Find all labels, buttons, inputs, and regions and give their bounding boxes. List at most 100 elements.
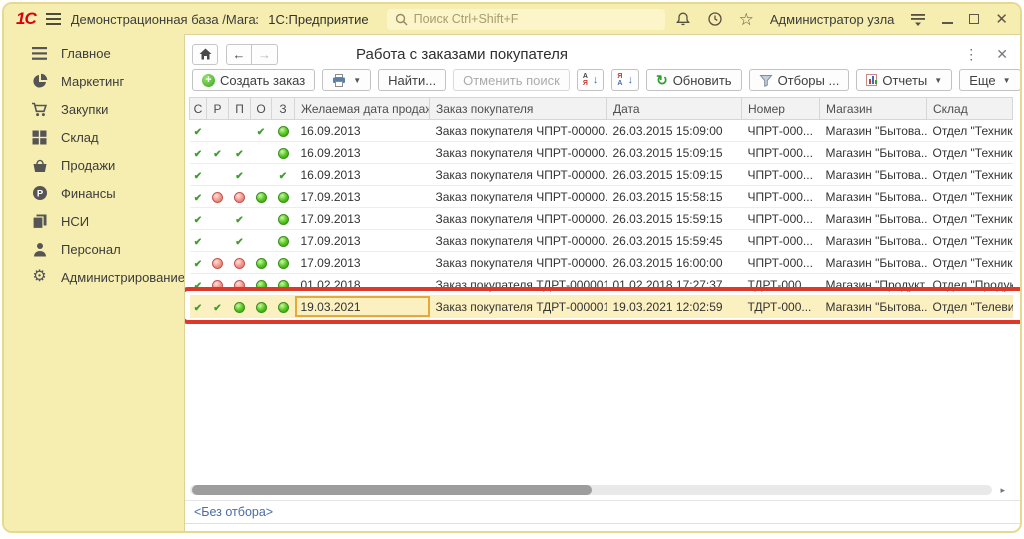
table-cell[interactable]: 16.09.2013 — [295, 142, 430, 164]
table-cell[interactable]: 17.09.2013 — [295, 252, 430, 274]
sidebar-item-finance[interactable]: РФинансы — [4, 179, 184, 207]
table-cell[interactable]: ЧПРТ-000... — [742, 252, 820, 274]
create-order-button[interactable]: + Создать заказ — [192, 69, 315, 91]
table-cell[interactable]: Магазин "Продукт... — [820, 274, 927, 296]
home-button[interactable] — [192, 44, 218, 65]
status-cell[interactable] — [251, 164, 272, 186]
status-cell[interactable] — [272, 252, 295, 274]
table-cell[interactable]: Заказ покупателя ЧПРТ-00000... — [430, 142, 607, 164]
table-cell[interactable]: Отдел "Продукты — [927, 274, 1013, 296]
table-cell[interactable]: 26.03.2015 15:58:15 — [607, 186, 742, 208]
column-header[interactable]: О — [251, 98, 272, 120]
horizontal-scrollbar[interactable] — [190, 485, 992, 495]
table-cell[interactable]: Заказ покупателя ЧПРТ-00000... — [430, 252, 607, 274]
status-cell[interactable] — [207, 208, 229, 230]
sidebar-item-main[interactable]: Главное — [4, 39, 184, 67]
table-cell[interactable]: Магазин "Бытова... — [820, 186, 927, 208]
table-cell[interactable]: 26.03.2015 15:09:00 — [607, 120, 742, 142]
table-cell[interactable]: ЧПРТ-000... — [742, 164, 820, 186]
status-cell[interactable] — [229, 252, 251, 274]
sidebar-item-purchases[interactable]: Закупки — [4, 95, 184, 123]
find-button[interactable]: Найти... — [378, 69, 446, 91]
global-search-input[interactable]: Поиск Ctrl+Shift+F — [387, 9, 665, 30]
status-cell[interactable]: ✔ — [190, 164, 207, 186]
status-cell[interactable] — [207, 252, 229, 274]
forward-button[interactable]: → — [252, 44, 278, 65]
table-cell[interactable]: ТДРТ-000... — [742, 274, 820, 296]
status-cell[interactable] — [272, 208, 295, 230]
table-cell[interactable]: Заказ покупателя ТДРТ-000001... — [430, 296, 607, 318]
table-cell[interactable]: Магазин "Бытова... — [820, 230, 927, 252]
table-cell[interactable]: ЧПРТ-000... — [742, 186, 820, 208]
table-cell[interactable]: Отдел "Техника д — [927, 164, 1013, 186]
cancel-search-button[interactable]: Отменить поиск — [453, 69, 570, 91]
table-cell[interactable]: 26.03.2015 15:09:15 — [607, 142, 742, 164]
history-clock-icon[interactable] — [707, 11, 723, 27]
sidebar-item-marketing[interactable]: Маркетинг — [4, 67, 184, 95]
sort-ascending-button[interactable]: АЯ ↓ — [577, 69, 605, 91]
table-cell[interactable]: Отдел "Телевизо — [927, 296, 1013, 318]
table-cell[interactable]: Отдел "Техника д — [927, 120, 1013, 142]
table-row[interactable]: ✔✔17.09.2013Заказ покупателя ЧПРТ-00000.… — [190, 230, 1013, 252]
sidebar-item-sales[interactable]: Продажи — [4, 151, 184, 179]
status-cell[interactable] — [207, 120, 229, 142]
column-header[interactable]: Магазин — [820, 98, 927, 120]
column-header[interactable]: С — [190, 98, 207, 120]
status-cell[interactable]: ✔ — [229, 142, 251, 164]
table-cell[interactable]: Магазин "Бытова... — [820, 120, 927, 142]
status-cell[interactable] — [272, 274, 295, 296]
table-cell[interactable]: Магазин "Бытова... — [820, 142, 927, 164]
table-row[interactable]: ✔✔16.09.2013Заказ покупателя ЧПРТ-00000.… — [190, 120, 1013, 142]
table-cell[interactable]: Заказ покупателя ЧПРТ-00000... — [430, 230, 607, 252]
status-cell[interactable] — [272, 142, 295, 164]
sidebar-item-warehouse[interactable]: Склад — [4, 123, 184, 151]
service-menu-icon[interactable] — [910, 11, 926, 27]
table-cell[interactable]: ЧПРТ-000... — [742, 230, 820, 252]
sort-descending-button[interactable]: ЯА ↓ — [611, 69, 639, 91]
status-cell[interactable] — [207, 230, 229, 252]
table-cell[interactable]: Магазин "Бытова... — [820, 164, 927, 186]
status-cell[interactable] — [251, 296, 272, 318]
status-cell[interactable]: ✔ — [229, 230, 251, 252]
table-row[interactable]: ✔01.02.2018Заказ покупателя ТДРТ-000001.… — [190, 274, 1013, 296]
notifications-bell-icon[interactable] — [675, 11, 691, 27]
status-cell[interactable] — [229, 120, 251, 142]
table-cell[interactable]: Заказ покупателя ЧПРТ-00000... — [430, 208, 607, 230]
column-header[interactable]: Желаемая дата продажи — [295, 98, 430, 120]
table-cell[interactable]: Заказ покупателя ЧПРТ-00000... — [430, 120, 607, 142]
table-cell[interactable]: 26.03.2015 16:00:00 — [607, 252, 742, 274]
table-row[interactable]: ✔17.09.2013Заказ покупателя ЧПРТ-00000..… — [190, 252, 1013, 274]
status-cell[interactable] — [251, 252, 272, 274]
table-cell[interactable]: ТДРТ-000... — [742, 296, 820, 318]
column-header[interactable]: Заказ покупателя — [430, 98, 607, 120]
form-close-icon[interactable]: ✕ — [996, 47, 1008, 61]
table-cell[interactable]: Заказ покупателя ЧПРТ-00000... — [430, 164, 607, 186]
status-cell[interactable]: ✔ — [229, 164, 251, 186]
status-cell[interactable] — [229, 274, 251, 296]
table-cell[interactable]: 26.03.2015 15:59:45 — [607, 230, 742, 252]
column-header[interactable]: П — [229, 98, 251, 120]
table-cell[interactable]: Отдел "Техника д — [927, 142, 1013, 164]
status-cell[interactable] — [229, 296, 251, 318]
refresh-button[interactable]: ↻ Обновить — [646, 69, 742, 91]
table-cell[interactable]: Магазин "Бытова... — [820, 252, 927, 274]
table-cell[interactable]: 17.09.2013 — [295, 230, 430, 252]
scroll-right-arrow-icon[interactable]: ▸ — [1000, 485, 1005, 495]
table-cell[interactable]: ЧПРТ-000... — [742, 142, 820, 164]
table-cell[interactable]: Отдел "Техника д — [927, 230, 1013, 252]
table-cell[interactable]: 01.02.2018 — [295, 274, 430, 296]
more-button[interactable]: Еще ▼ — [959, 69, 1020, 91]
active-cell[interactable]: 19.03.2021 — [295, 296, 430, 318]
table-cell[interactable]: 01.02.2018 17:27:37 — [607, 274, 742, 296]
filter-status-link[interactable]: <Без отбора> — [194, 505, 273, 519]
window-minimize-button[interactable] — [942, 15, 953, 24]
status-cell[interactable]: ✔ — [190, 208, 207, 230]
table-cell[interactable]: 26.03.2015 15:09:15 — [607, 164, 742, 186]
table-cell[interactable]: Отдел "Техника д — [927, 252, 1013, 274]
table-cell[interactable]: Магазин "Бытова... — [820, 208, 927, 230]
status-cell[interactable] — [272, 230, 295, 252]
status-cell[interactable]: ✔ — [190, 120, 207, 142]
table-cell[interactable]: 16.09.2013 — [295, 120, 430, 142]
table-cell[interactable]: 17.09.2013 — [295, 208, 430, 230]
status-cell[interactable] — [251, 186, 272, 208]
